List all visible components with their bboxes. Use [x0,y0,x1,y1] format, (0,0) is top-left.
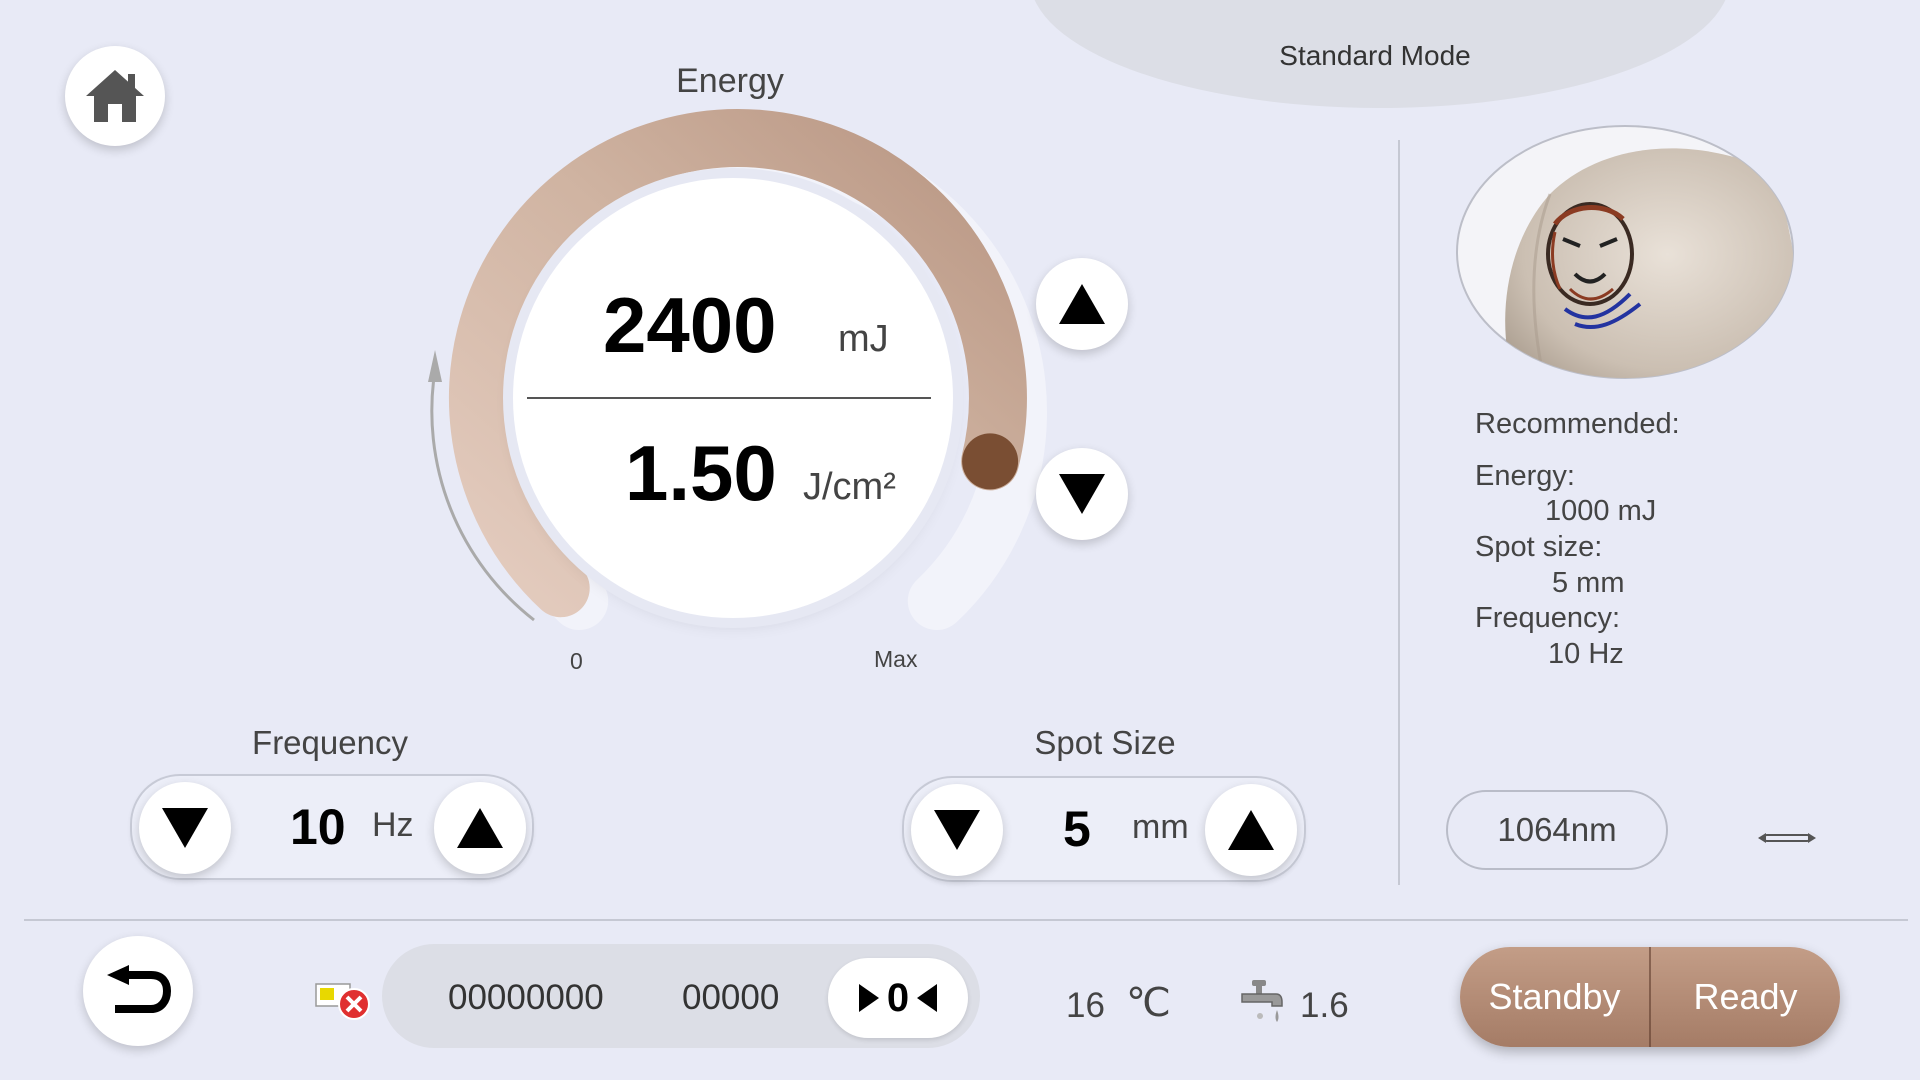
spot-size-unit: mm [1132,808,1189,846]
energy-title: Energy [676,62,784,100]
standby-label: Standby [1488,976,1621,1017]
fluence-value-group: 1.50 [625,428,777,519]
recommended-energy-value: 1000 mJ [1545,495,1657,527]
total-shot-counter: 00000000 [448,978,604,1017]
return-arrow-icon [107,965,171,1013]
session-shot-counter: 00000 [682,978,780,1017]
home-button[interactable] [65,46,165,146]
ready-button[interactable]: Ready [1651,947,1840,1047]
wavelength-selector[interactable]: 1064nm [1446,790,1668,870]
triangle-left-icon [917,984,938,1012]
temperature-unit: ℃ [1126,981,1171,1025]
back-button[interactable] [83,936,193,1046]
ready-label: Ready [1693,976,1798,1017]
triangle-up-icon [457,808,503,848]
standby-ready-toggle: Standby Ready [1460,947,1840,1047]
spot-size-value: 5 [1063,801,1091,857]
wavelength-value: 1064nm [1497,811,1617,848]
handpiece-icon [1758,833,1816,843]
recommended-frequency-label: Frequency: [1475,602,1621,634]
frequency-down-button[interactable] [139,782,231,874]
triangle-up-icon [1059,284,1105,324]
mode-label: Standard Mode [1279,40,1471,71]
triangle-down-icon [162,808,208,848]
fluence-unit: J/cm² [803,466,896,508]
triangle-up-icon [1228,810,1274,850]
home-icon [86,70,144,122]
water-flow-icon [1241,980,1283,1022]
spot-size-up-button[interactable] [1205,784,1297,876]
energy-value: 2400 [603,281,777,369]
recommended-title: Recommended: [1475,408,1680,440]
temperature-value: 16 [1066,986,1105,1025]
direction-arrow-head [428,350,442,382]
readout-divider [527,397,931,399]
triangle-down-icon [1059,474,1105,514]
energy-knob[interactable] [962,433,1019,490]
right-panel-divider [1398,140,1400,885]
recommended-energy-label: Energy: [1475,460,1575,492]
frequency-unit: Hz [372,806,414,844]
recommended-spot-label: Spot size: [1475,531,1603,563]
frequency-label: Frequency [252,724,408,761]
recommended-frequency-value: 10 Hz [1548,638,1624,670]
reset-counter-label: 0 [886,975,910,1020]
spot-size-down-button[interactable] [911,784,1003,876]
energy-down-button[interactable] [1036,448,1128,540]
recommended-spot-value: 5 mm [1552,567,1625,599]
fluence-value: 1.50 [625,429,777,517]
frequency-value: 10 [290,799,346,855]
card-error-icon [315,983,370,1020]
energy-value-group: 2400 [603,280,777,371]
scale-max-label: Max [874,646,918,672]
spot-size-label: Spot Size [1034,724,1176,761]
scale-min-label: 0 [570,648,583,674]
frequency-up-button[interactable] [434,782,526,874]
reset-counter-button[interactable]: 0 [828,958,968,1038]
energy-unit: mJ [838,318,889,360]
energy-up-button[interactable] [1036,258,1128,350]
treatment-area-image [1456,125,1794,379]
triangle-down-icon [934,810,980,850]
water-flow-value: 1.6 [1300,986,1349,1025]
standby-button[interactable]: Standby [1460,947,1651,1047]
triangle-right-icon [858,984,879,1012]
footer-divider [24,919,1908,921]
